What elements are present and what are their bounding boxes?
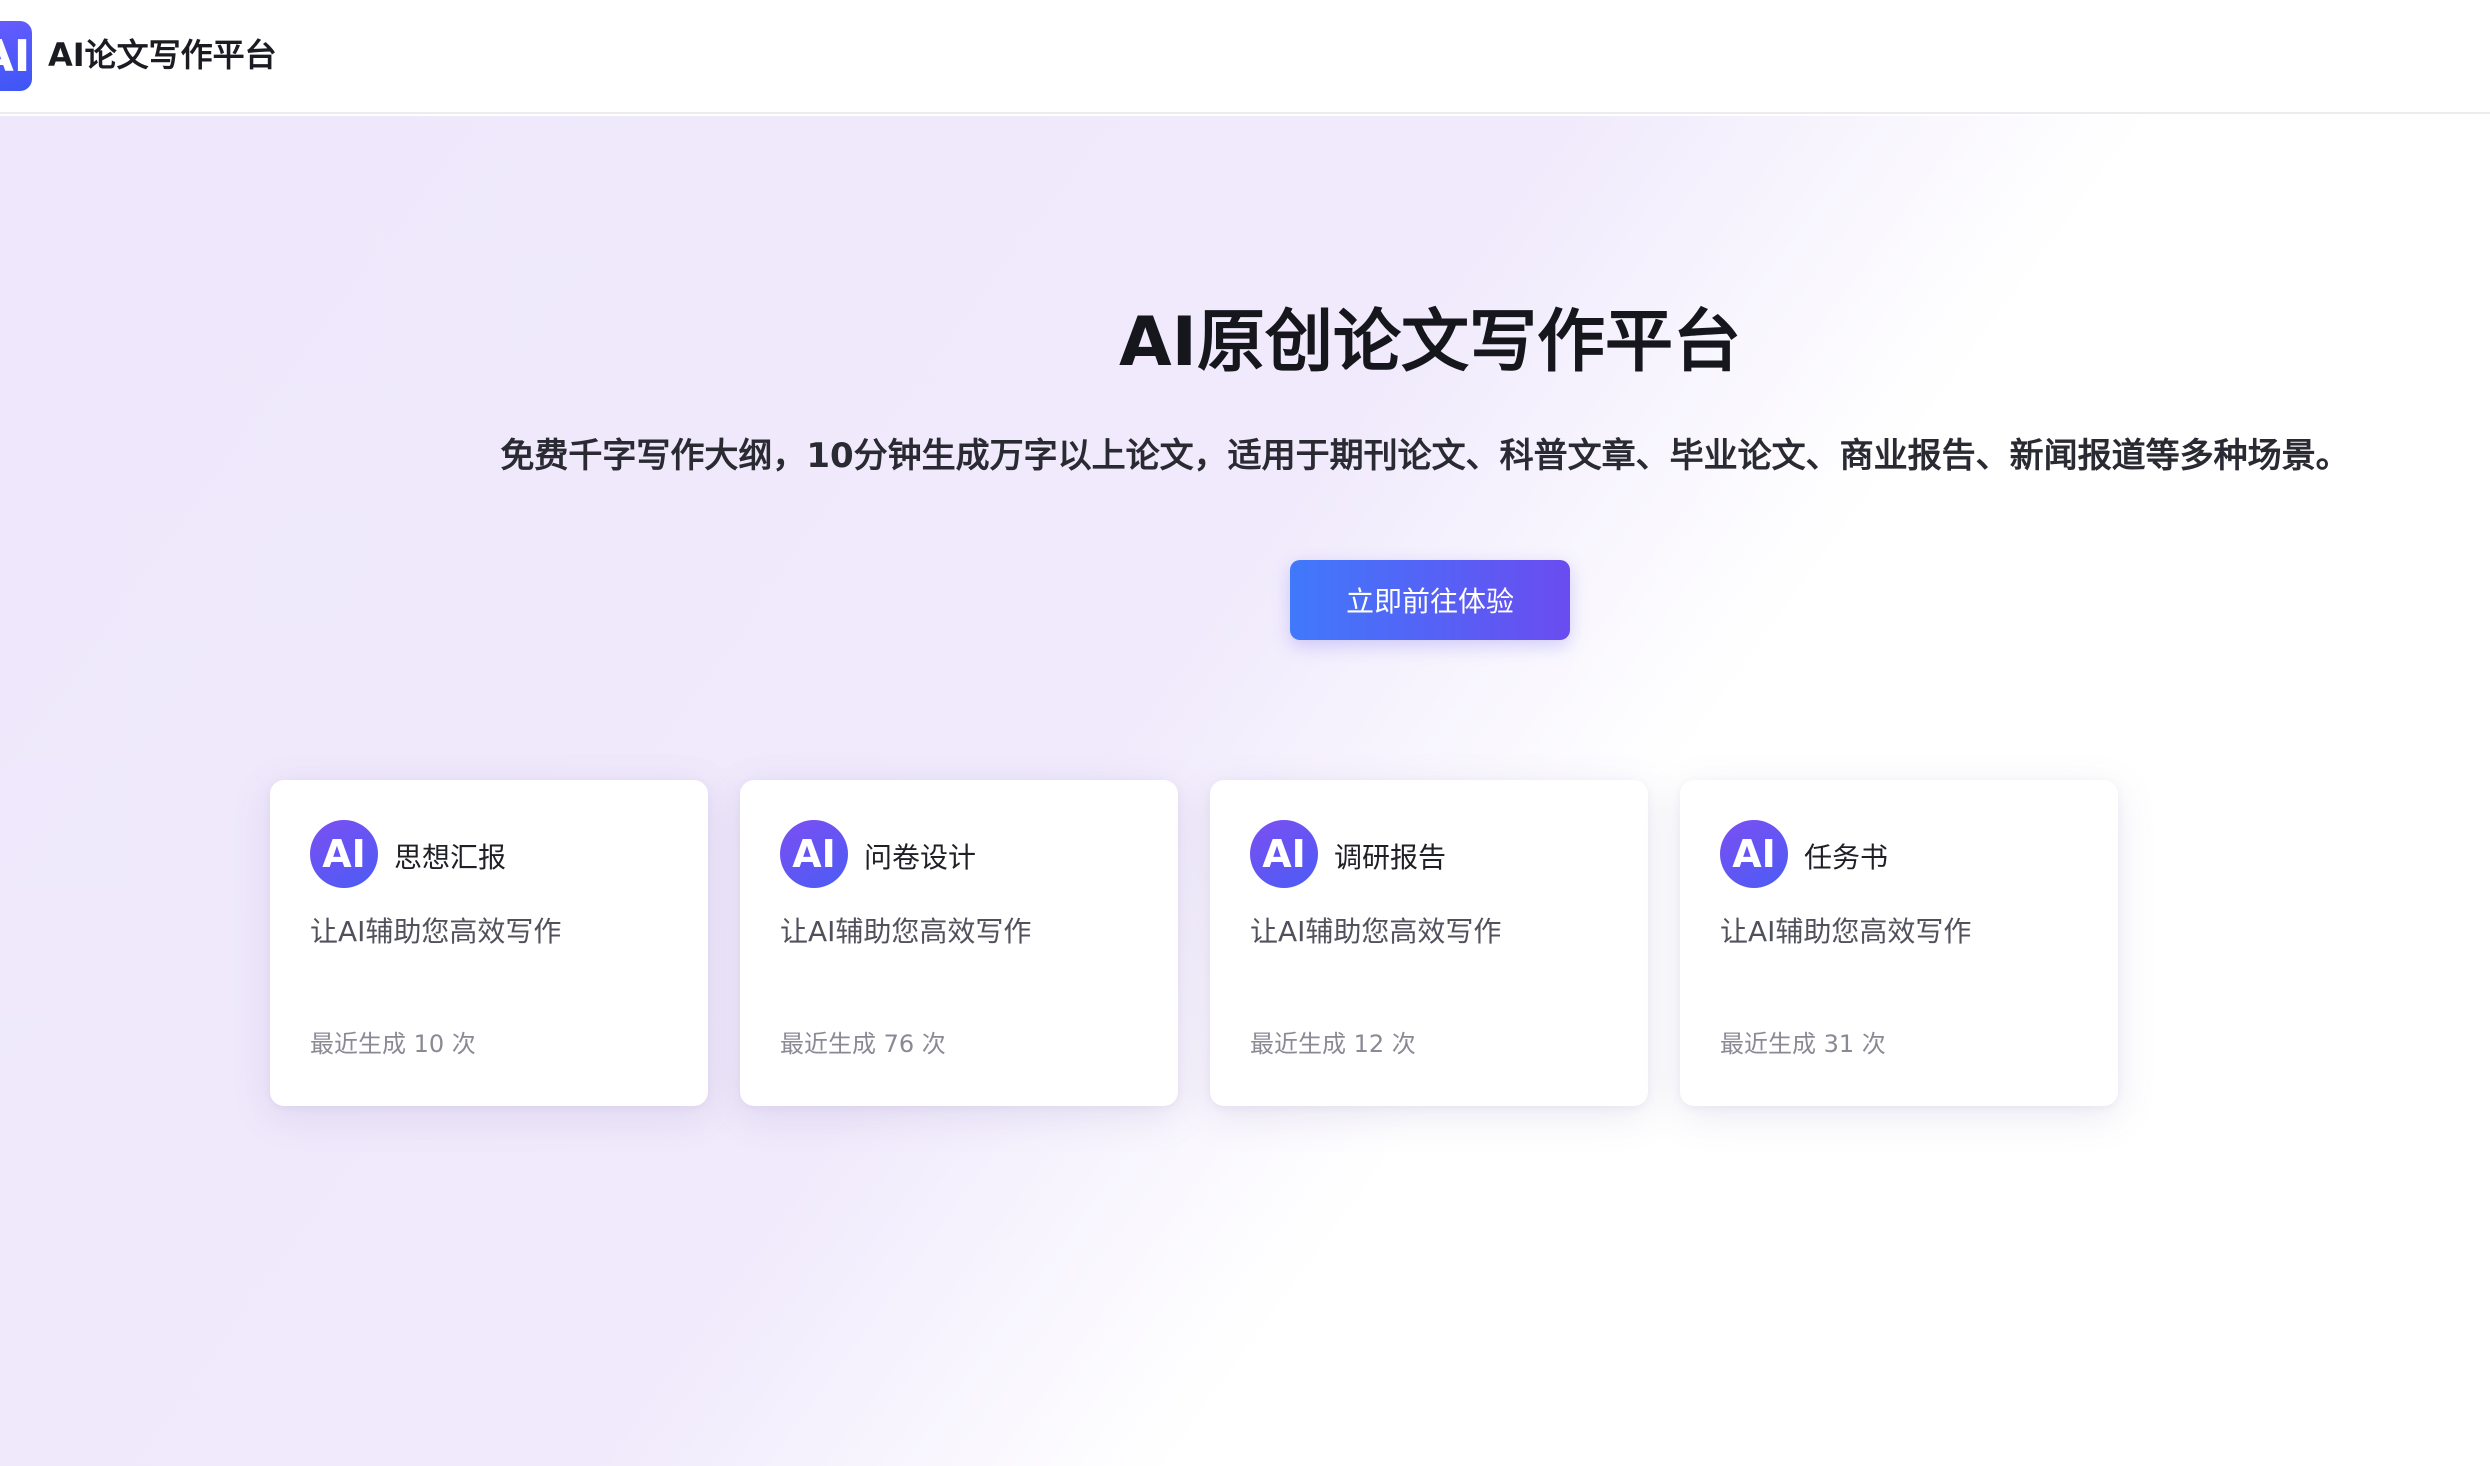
card-title: 调研报告 xyxy=(1334,841,1447,874)
page-title: AI原创论文写作平台 xyxy=(1119,303,1741,382)
card-description: 让AI辅助您高效写作 xyxy=(1250,915,1502,948)
card-usage-count: 最近生成 31 次 xyxy=(1720,1030,1886,1058)
hero-subtitle: 免费千字写作大纲，10分钟生成万字以上论文，适用于期刊论文、科普文章、毕业论文、… xyxy=(500,436,2350,476)
card-title: 问卷设计 xyxy=(864,841,977,874)
ai-badge-icon: AI xyxy=(1250,820,1318,888)
ai-badge-icon: AI xyxy=(1720,820,1788,888)
brand-name[interactable]: AI论文写作平台 xyxy=(48,30,277,76)
card-usage-count: 最近生成 76 次 xyxy=(780,1030,946,1058)
ai-badge-icon: AI xyxy=(310,820,378,888)
card-description: 让AI辅助您高效写作 xyxy=(1720,915,1972,948)
hero-section: AI原创论文写作平台 免费千字写作大纲，10分钟生成万字以上论文，适用于期刊论文… xyxy=(0,116,2490,1466)
card-title: 思想汇报 xyxy=(394,841,507,874)
card-description: 让AI辅助您高效写作 xyxy=(310,915,562,948)
top-header: AI AI论文写作平台 xyxy=(0,0,2490,114)
card-thought-report[interactable]: AI 思想汇报 让AI辅助您高效写作 最近生成 10 次 xyxy=(270,780,708,1106)
card-usage-count: 最近生成 12 次 xyxy=(1250,1030,1416,1058)
ai-badge-icon: AI xyxy=(780,820,848,888)
card-assignment-book[interactable]: AI 任务书 让AI辅助您高效写作 最近生成 31 次 xyxy=(1680,780,2118,1106)
card-usage-count: 最近生成 10 次 xyxy=(310,1030,476,1058)
card-title: 任务书 xyxy=(1804,841,1889,874)
card-questionnaire-design[interactable]: AI 问卷设计 让AI辅助您高效写作 最近生成 76 次 xyxy=(740,780,1178,1106)
start-experience-button[interactable]: 立即前往体验 xyxy=(1290,560,1570,640)
ai-logo-icon[interactable]: AI xyxy=(0,21,32,91)
card-research-report[interactable]: AI 调研报告 让AI辅助您高效写作 最近生成 12 次 xyxy=(1210,780,1648,1106)
card-description: 让AI辅助您高效写作 xyxy=(780,915,1032,948)
